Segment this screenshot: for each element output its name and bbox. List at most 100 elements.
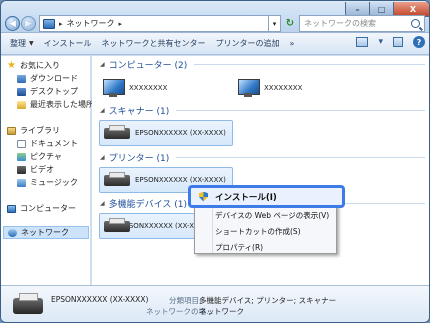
group-title: プリンター (1) [108,154,170,164]
sidebar-item-label: ダウンロード [30,74,78,83]
chevron-down-icon: ▼ [29,40,34,47]
refresh-icon[interactable]: ↻ [283,15,297,32]
help-icon[interactable]: ? [413,36,425,48]
downloads-folder-icon [17,74,26,83]
sidebar-item-label: お気に入り [19,61,60,70]
network-icon [8,228,17,237]
address-dropdown-icon[interactable]: ▾ [269,15,281,32]
sidebar-item-videos[interactable]: ビデオ [17,164,54,175]
monitor-icon [237,79,260,97]
uac-shield-icon [199,191,208,202]
explorer-window: – □ X ◀ ▶ ▸ ネットワーク ▸ ▾ ↻ 整理 ▼ インストール ネット… [0,0,430,323]
videos-icon [17,165,26,174]
sidebar-item-label: 最近表示した場所 [30,100,94,109]
recent-places-icon [17,100,26,109]
pictures-icon [17,152,26,161]
sidebar-item-recent-places[interactable]: 最近表示した場所 [17,99,94,110]
sidebar-item-favorites[interactable]: ★ お気に入り [7,60,60,71]
group-title: スキャナー (1) [108,107,170,117]
close-button[interactable]: X [394,2,429,16]
back-button[interactable]: ◀ [5,16,20,31]
breadcrumb-separator: ▸ [59,19,63,28]
group-title: 多機能デバイス (1) [108,200,187,210]
monitor-icon [102,79,125,97]
more-commands-button[interactable]: » [284,35,299,53]
collapse-triangle-icon[interactable]: ◢ [100,154,105,161]
collapse-triangle-icon[interactable]: ◢ [100,61,105,68]
desktop-icon [17,87,26,96]
menu-item-label: インストール(I) [215,192,277,203]
sidebar-item-network[interactable]: ネットワーク [3,226,89,239]
preview-pane-icon[interactable] [393,37,403,47]
menu-item-create-shortcut[interactable]: ショートカットの作成(S) [215,226,301,237]
category-value: 多機能デバイス; プリンター; スキャナー [199,296,337,305]
group-header-computers[interactable]: ◢ コンピューター (2) [100,58,425,71]
location-value: ネットワーク [199,307,244,316]
group-header-printers[interactable]: ◢ プリンター (1) [100,151,425,164]
sidebar-item-label: ネットワーク [21,228,69,237]
tile-label: EPSONXXXXXX (XX-X [120,222,194,230]
multifunction-device-tile[interactable]: EPSONXXXXXX (XX-X [99,213,195,239]
scanner-device-icon [104,125,130,141]
breadcrumb-separator-2: ▸ [118,19,123,28]
menu-item-properties[interactable]: プロパティ(R) [215,242,263,253]
view-dropdown-icon[interactable]: ▾ [378,37,383,47]
organize-label: 整理 [10,39,26,48]
tile-label: EPSONXXXXXX (XX-XXXX) [135,176,226,184]
collapse-triangle-icon[interactable]: ◢ [100,200,105,207]
install-button[interactable]: インストール [39,35,97,53]
sidebar-item-label: ドキュメント [30,139,78,148]
group-header-scanners[interactable]: ◢ スキャナー (1) [100,104,425,117]
network-location-icon [43,18,55,29]
sidebar-item-libraries[interactable]: ライブラリ [7,125,60,136]
title-bar: – □ X ◀ ▶ ▸ ネットワーク ▸ ▾ ↻ [1,1,429,33]
address-bar[interactable]: ▸ ネットワーク ▸ [39,15,269,32]
menu-item-install[interactable]: インストール(I) [188,185,345,208]
computer-icon [7,204,16,213]
navigation-pane: ★ お気に入り ダウンロード デスクトップ 最近表示した場所 ライブラリ ドキュ… [1,56,94,285]
sidebar-item-downloads[interactable]: ダウンロード [17,73,78,84]
add-printer-button[interactable]: プリンターの追加 [210,35,284,53]
group-divider [176,110,425,111]
search-icon[interactable] [411,19,420,28]
library-icon [7,126,16,135]
computer-tile-2[interactable]: XXXXXXXX [237,77,302,99]
sidebar-item-documents[interactable]: ドキュメント [17,138,78,149]
sidebar-item-desktop[interactable]: デスクトップ [17,86,78,97]
group-divider [194,64,425,65]
search-box[interactable] [299,15,425,32]
group-divider [176,157,425,158]
command-bar: 整理 ▼ インストール ネットワークと共有センター プリンターの追加 » ▾ ? [1,33,429,55]
details-pane: EPSONXXXXXX (XX-XXXX) 分類項目: 多機能デバイス; プリン… [1,285,429,322]
documents-icon [17,139,26,148]
tile-label: XXXXXXXX [264,84,303,92]
sidebar-item-label: ミュージック [30,178,78,187]
organize-button[interactable]: 整理 ▼ [5,35,39,53]
music-icon [17,178,26,187]
device-thumbnail-icon [13,292,43,318]
scanner-tile[interactable]: EPSONXXXXXX (XX-XXXX) [99,120,233,146]
sidebar-item-label: コンピューター [20,204,76,213]
maximize-button[interactable]: □ [370,2,394,16]
star-icon: ★ [7,59,16,71]
tile-label: EPSONXXXXXX (XX-XXXX) [135,129,226,137]
change-view-icon[interactable] [356,37,369,47]
computer-tile-1[interactable]: XXXXXXXX [102,77,167,99]
search-input[interactable] [304,19,404,28]
sidebar-item-label: ビデオ [30,165,54,174]
sidebar-item-computer[interactable]: コンピューター [7,203,76,214]
sidebar-item-label: デスクトップ [30,87,78,96]
breadcrumb-network[interactable]: ネットワーク [67,18,115,29]
sidebar-item-label: ライブラリ [20,126,60,135]
category-label: 分類項目: [169,296,202,305]
sidebar-item-music[interactable]: ミュージック [17,177,78,188]
collapse-triangle-icon[interactable]: ◢ [100,107,105,114]
network-sharing-center-button[interactable]: ネットワークと共有センター [96,35,210,53]
sidebar-item-pictures[interactable]: ピクチャ [17,151,62,162]
printer-icon [104,172,130,188]
menu-item-view-web-page[interactable]: デバイスの Web ページの表示(V) [215,210,329,221]
menu-gutter [212,201,213,253]
minimize-button[interactable]: – [346,2,370,16]
forward-button[interactable]: ▶ [21,16,36,31]
group-title: コンピューター (2) [108,61,188,71]
